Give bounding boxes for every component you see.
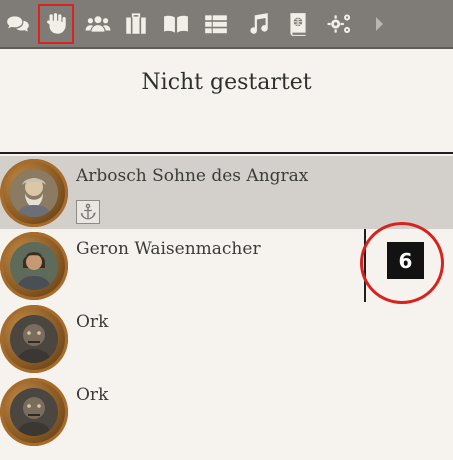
combatant-name: Geron Waisenmacher	[76, 239, 261, 259]
lore-button[interactable]	[280, 4, 316, 44]
portrait-image	[10, 315, 58, 363]
toolbar	[0, 0, 453, 49]
combatant-name: Ork	[76, 385, 109, 405]
music-button[interactable]	[240, 4, 276, 44]
status-toggle[interactable]	[76, 200, 100, 224]
combatant-row[interactable]: Ork	[0, 375, 453, 448]
fist-icon	[46, 13, 66, 34]
anchor-icon	[80, 203, 96, 220]
table-button[interactable]	[198, 4, 234, 44]
rules-button[interactable]	[158, 4, 194, 44]
chat-icon	[7, 16, 29, 32]
inventory-button[interactable]	[118, 4, 154, 44]
portrait-image	[10, 388, 58, 436]
panel-title: Nicht gestartet	[141, 70, 312, 95]
more-tabs-button[interactable]	[375, 14, 385, 34]
combatant-row[interactable]: Ork	[0, 302, 453, 375]
avatar	[0, 232, 68, 300]
avatar	[0, 378, 68, 446]
group-button[interactable]	[80, 4, 116, 44]
globe-book-icon	[290, 13, 306, 36]
panel-divider	[0, 152, 453, 154]
combatant-row[interactable]: Arbosch Sohne des Angrax	[0, 156, 453, 229]
highlight-circle	[360, 222, 444, 304]
group-icon	[85, 16, 111, 32]
combatant-name: Ork	[76, 312, 109, 332]
settings-icon	[327, 14, 351, 33]
inventory-icon	[126, 13, 146, 34]
combat-button[interactable]	[38, 4, 74, 44]
avatar	[0, 159, 68, 227]
table-icon	[205, 15, 227, 34]
portrait-image	[10, 242, 58, 290]
combatant-name: Arbosch Sohne des Angrax	[76, 166, 309, 186]
music-icon	[250, 13, 268, 34]
portrait-image	[10, 169, 58, 217]
avatar	[0, 305, 68, 373]
book-icon	[164, 15, 188, 33]
settings-button[interactable]	[322, 4, 358, 44]
chat-button[interactable]	[0, 4, 36, 44]
chevron-right-icon	[376, 17, 383, 31]
